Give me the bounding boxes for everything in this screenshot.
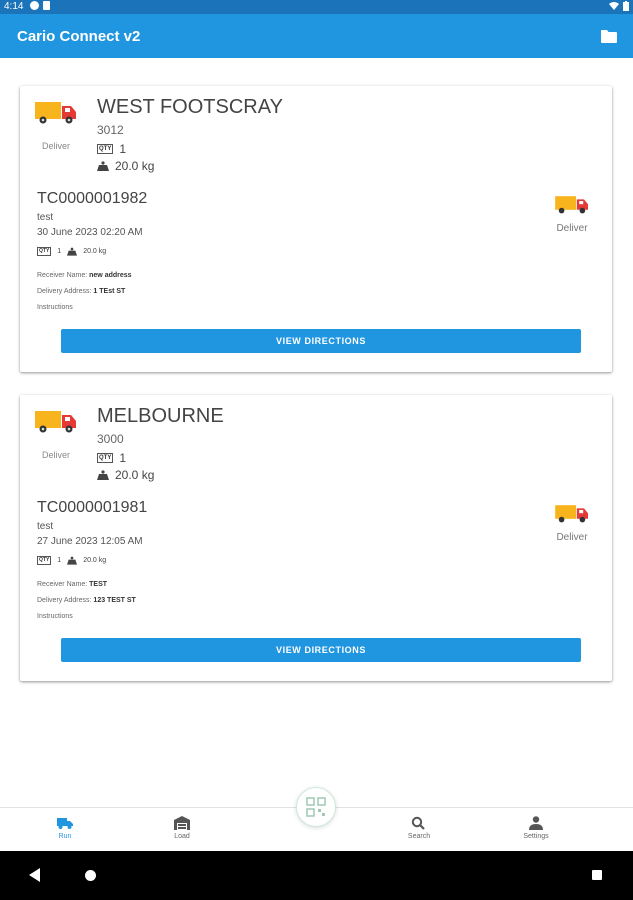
weight-icon [97,470,109,480]
weight-value: 20.0 kg [115,468,155,482]
folder-icon[interactable] [601,29,617,43]
consignment-mode: Deliver [556,532,588,543]
delivery-truck-icon [555,196,588,214]
nav-item-search[interactable]: Search [389,816,449,840]
consignment-date: 27 June 2023 12:05 AM [37,536,143,547]
consignment-qty-weight: QTY 1 20.0 kg [37,247,106,256]
instructions-label: Instructions [37,304,73,311]
receiver-line: Receiver Name: new address [37,272,132,279]
notification-icon [30,1,39,10]
consignment-description: test [37,521,54,532]
qty-value: 1 [119,451,127,465]
sim-icon [43,1,50,10]
qty-icon: QTY [97,453,114,463]
delivery-address: 123 TEST ST [93,597,136,604]
postcode: 3000 [97,432,124,446]
receiver-name: new address [89,272,132,279]
consignment-qty-weight: QTY 1 20.0 kg [37,556,106,565]
qty-row: QTY 1 [97,142,126,156]
nav-label: Settings [523,833,549,840]
weight-value: 20.0 kg [83,557,107,564]
truck-icon [57,818,73,829]
postcode: 3012 [97,123,124,137]
mode-label: Deliver [41,141,70,151]
qty-icon: QTY [37,556,52,565]
suburb-name: WEST FOOTSCRAY [97,96,283,118]
battery-icon [623,1,629,11]
delivery-truck-icon [35,102,76,124]
nav-label: Run [58,833,72,840]
qty-value: 1 [57,248,62,255]
status-time: 4:14 [4,1,24,12]
qty-icon: QTY [37,247,52,256]
app-bar: Cario Connect v2 [0,14,633,58]
view-directions-button[interactable]: VIEW DIRECTIONS [61,329,581,353]
back-icon[interactable] [29,868,41,882]
nav-label: Search [407,833,431,840]
consignment-number: TC0000001981 [37,499,148,516]
weight-row: 20.0 kg [97,159,154,173]
weight-icon [97,161,109,171]
warehouse-icon [174,816,190,830]
weight-value: 20.0 kg [115,159,155,173]
weight-icon [67,556,78,565]
weight-row: 20.0 kg [97,468,154,482]
nav-label: Load [174,833,190,840]
nav-item-settings[interactable]: Settings [506,816,566,840]
app-title: Cario Connect v2 [17,28,141,45]
weight-icon [67,247,78,256]
status-bar: 4:14 [0,0,633,14]
qty-value: 1 [57,557,62,564]
qty-row: QTY 1 [97,451,126,465]
system-nav-bar [0,851,633,900]
consignment-number: TC0000001982 [37,190,148,207]
consignment-description: test [37,212,54,223]
person-icon [529,816,543,830]
weight-value: 20.0 kg [83,248,107,255]
recents-icon[interactable] [592,870,602,880]
consignment-date: 30 June 2023 02:20 AM [37,227,143,238]
qr-scan-icon [306,797,326,817]
mode-label: Deliver [41,450,70,460]
run-card: Deliver MELBOURNE 3000 QTY 1 20.0 kg TC0… [20,395,612,681]
nav-item-load[interactable]: Load [152,816,212,840]
address-line: Delivery Address: 1 TEst ST [37,288,126,295]
run-card: Deliver WEST FOOTSCRAY 3012 QTY 1 20.0 k… [20,86,612,372]
view-directions-button[interactable]: VIEW DIRECTIONS [61,638,581,662]
nav-item-run[interactable]: Run [35,816,95,840]
home-icon[interactable] [85,870,96,881]
scan-button[interactable] [296,787,336,827]
receiver-name: TEST [89,581,108,588]
search-icon [411,816,425,830]
delivery-truck-icon [35,411,76,433]
qty-value: 1 [119,142,127,156]
delivery-address: 1 TEst ST [93,288,126,295]
qty-icon: QTY [97,144,114,154]
receiver-line: Receiver Name: TEST [37,581,108,588]
suburb-name: MELBOURNE [97,405,224,427]
consignment-mode: Deliver [556,223,588,234]
address-line: Delivery Address: 123 TEST ST [37,597,136,604]
wifi-icon [609,2,619,10]
instructions-label: Instructions [37,613,73,620]
delivery-truck-icon [555,505,588,523]
